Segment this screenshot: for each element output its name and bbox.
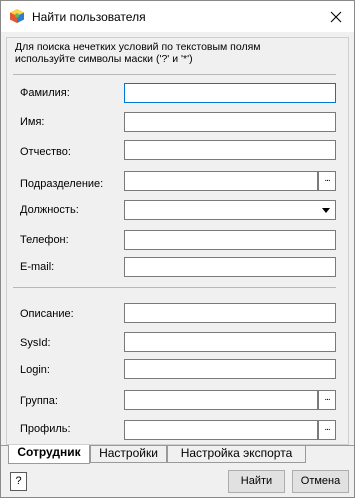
app-icon — [10, 9, 24, 23]
separator — [13, 74, 336, 75]
close-button[interactable] — [318, 1, 354, 32]
description-label: Описание: — [20, 308, 74, 320]
lastname-label: Фамилия: — [20, 87, 70, 99]
close-icon — [330, 11, 342, 22]
separator — [13, 287, 336, 288]
find-user-dialog: Найти пользователя Для поиска нечетких у… — [0, 0, 355, 498]
tab-employee[interactable]: Сотрудник — [8, 445, 90, 464]
group-field[interactable] — [124, 390, 318, 410]
department-field[interactable] — [124, 171, 318, 191]
middlename-label: Отчество: — [20, 146, 71, 158]
profile-label: Профиль: — [20, 423, 71, 435]
department-label: Подразделение: — [20, 178, 104, 190]
group-browse-button[interactable]: ... — [318, 390, 336, 410]
search-hint: Для поиска нечетких условий по текстовым… — [15, 41, 261, 65]
chevron-down-icon — [322, 207, 330, 213]
find-button[interactable]: Найти — [228, 470, 285, 493]
group-label: Группа: — [20, 395, 58, 407]
description-field[interactable] — [124, 303, 336, 323]
lastname-field[interactable] — [124, 83, 336, 103]
email-label: E-mail: — [20, 261, 55, 273]
title-bar: Найти пользователя — [1, 1, 354, 32]
cancel-button[interactable]: Отмена — [292, 470, 349, 493]
position-combobox[interactable] — [124, 200, 336, 220]
middlename-field[interactable] — [124, 140, 336, 160]
sysid-label: SysId: — [20, 337, 51, 349]
phone-field[interactable] — [124, 230, 336, 250]
dropdown-arrow[interactable] — [318, 202, 334, 218]
tab-export-settings[interactable]: Настройка экспорта — [167, 446, 306, 463]
position-label: Должность: — [20, 204, 79, 216]
firstname-field[interactable] — [124, 112, 336, 132]
profile-browse-button[interactable]: ... — [318, 420, 336, 440]
profile-field[interactable] — [124, 420, 318, 440]
tab-settings[interactable]: Настройки — [90, 446, 167, 463]
email-field[interactable] — [124, 257, 336, 277]
window-title: Найти пользователя — [32, 10, 146, 24]
sysid-field[interactable] — [124, 332, 336, 352]
department-browse-button[interactable]: ... — [318, 171, 336, 191]
help-button[interactable]: ? — [10, 472, 27, 491]
login-field[interactable] — [124, 359, 336, 379]
tab-strip: Сотрудник Настройки Настройка экспорта — [1, 445, 354, 464]
firstname-label: Имя: — [20, 116, 45, 128]
phone-label: Телефон: — [20, 234, 69, 246]
login-label: Login: — [20, 364, 50, 376]
